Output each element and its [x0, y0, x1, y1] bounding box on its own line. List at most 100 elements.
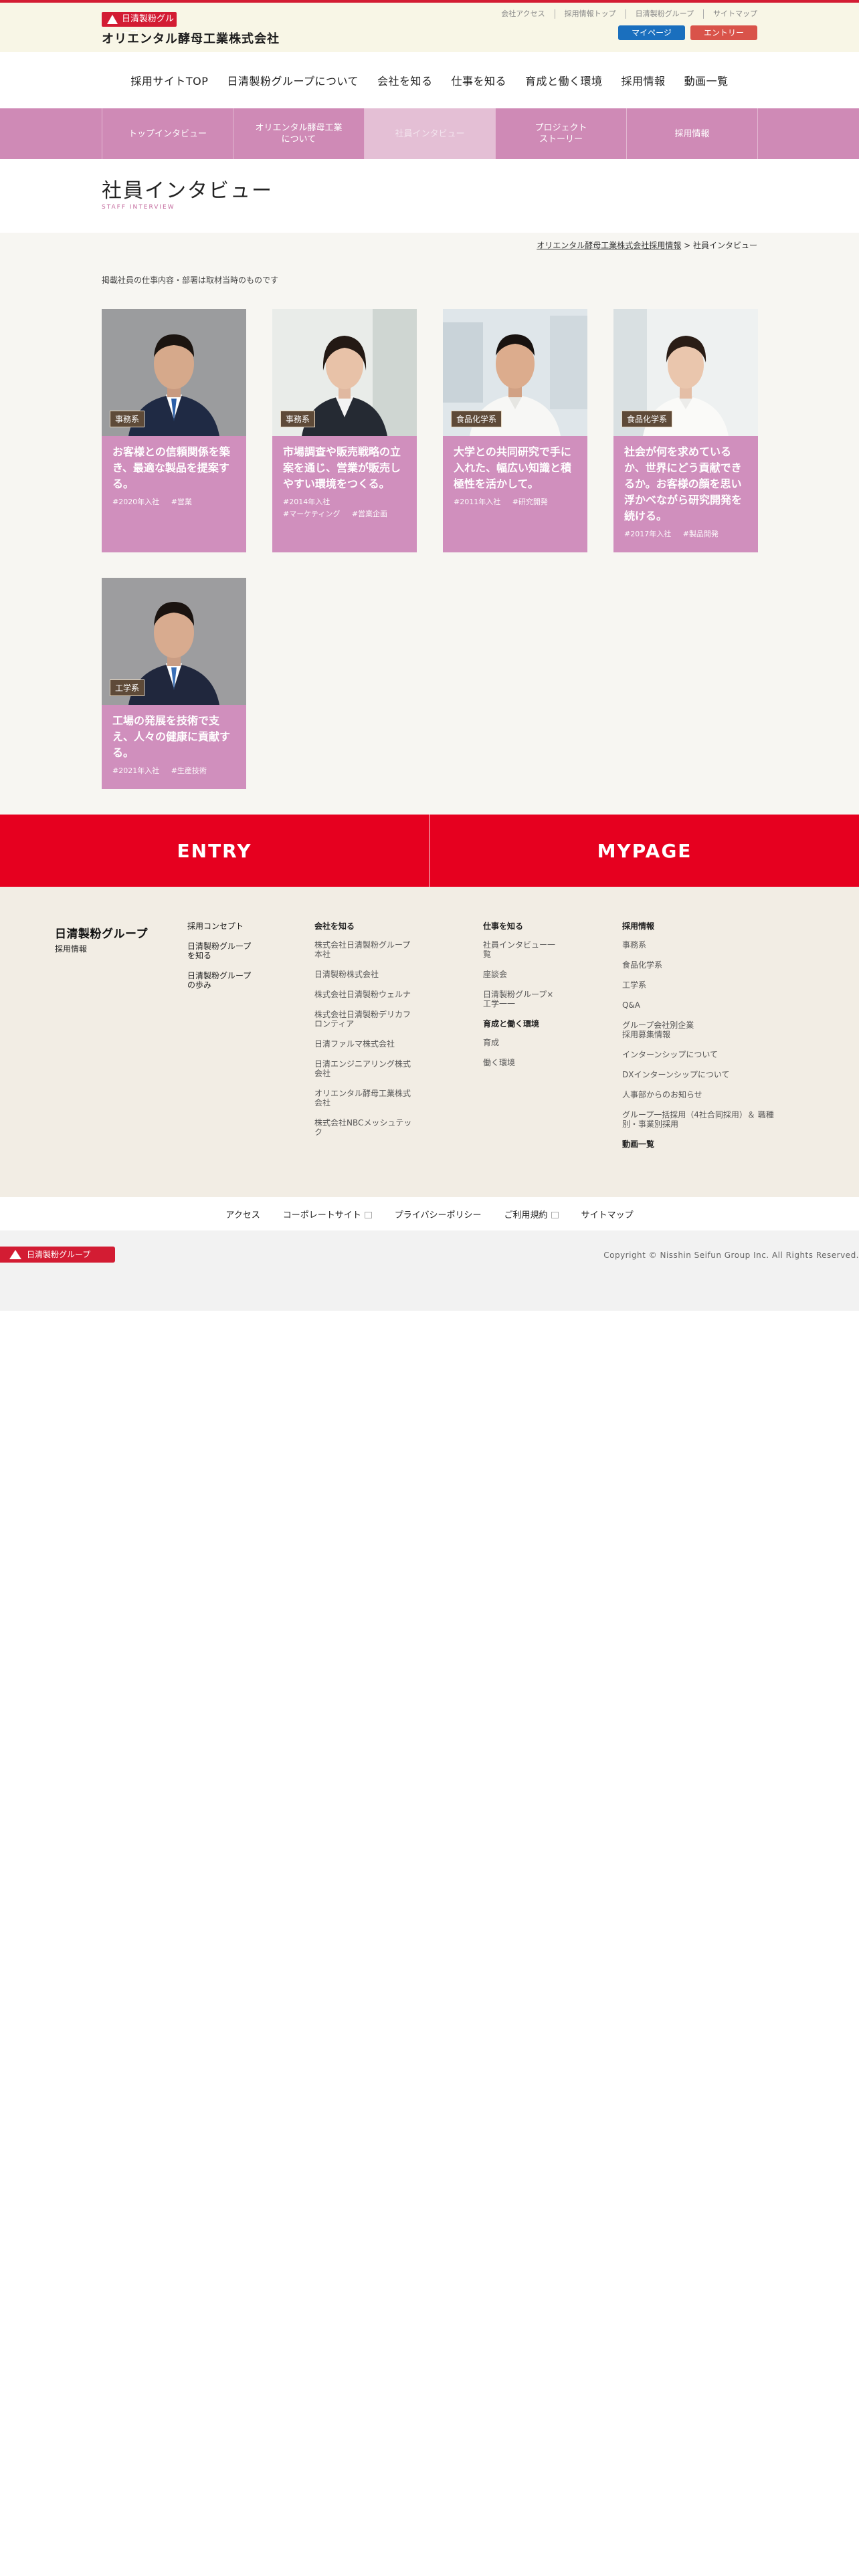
interview-card[interactable]: 事務系 市場調査や販売戦略の立案を通じ、営業が販売しやすい環境をつくる。 #20…: [272, 309, 417, 552]
card-tags: #2014年入社 #マーケティング #営業企画: [272, 492, 417, 520]
footer-link[interactable]: 座談会: [483, 970, 583, 979]
interview-card[interactable]: 食品化学系 社会が何を求めているか、世界にどう貢献できるか。お客様の顔を思い浮か…: [613, 309, 758, 552]
footer-link[interactable]: インターンシップについて: [622, 1050, 816, 1059]
entry-button[interactable]: エントリー: [690, 25, 757, 40]
content-note: 掲載社員の仕事内容・部署は取材当時のものです: [102, 276, 279, 285]
footer-link[interactable]: 育成: [483, 1038, 583, 1047]
card-tag: #営業企画: [351, 510, 388, 518]
footer-logo-sub: 採用情報: [55, 944, 88, 954]
gnav-item-work[interactable]: 仕事を知る: [442, 72, 516, 88]
footer-col-recruit: 採用情報 事務系 食品化学系 工学系 Q&A グループ会社別企業 採用募集情報 …: [622, 922, 816, 1158]
card-title: 市場調査や販売戦略の立案を通じ、営業が販売しやすい環境をつくる。: [283, 445, 401, 490]
footer-link[interactable]: 株式会社日清製粉ウェルナ: [314, 990, 435, 999]
category-badge: 食品化学系: [622, 411, 673, 427]
gnav-item-videos[interactable]: 動画一覧: [675, 72, 738, 88]
gnav-item-recruit[interactable]: 採用情報: [612, 72, 675, 88]
footer-heading[interactable]: 採用情報: [622, 922, 816, 931]
footer-link[interactable]: 株式会社日清製粉デリカフ ロンティア: [314, 1010, 435, 1029]
gnav-item-top[interactable]: 採用サイトTOP: [121, 72, 217, 88]
card-tag: #2014年入社: [283, 498, 330, 506]
copyright-text: Copyright © Nisshin Seifun Group Inc. Al…: [603, 1251, 859, 1260]
util-link-recruit-top[interactable]: 採用情報トップ: [555, 9, 626, 19]
footer-link[interactable]: 日清ファルマ株式会社: [314, 1039, 435, 1049]
male-engineer-photo: 工学系: [102, 578, 246, 705]
interview-card[interactable]: 事務系 お客様との信頼関係を築き、最適な製品を提案する。 #2020年入社 #営…: [102, 309, 246, 552]
footer-link[interactable]: 工学系: [622, 980, 816, 990]
subfooter-link-corporate[interactable]: コーポレートサイト: [283, 1208, 372, 1220]
subnav-item-staff-interview[interactable]: 社員インタビュー: [364, 108, 495, 159]
footer-link[interactable]: 人事部からのお知らせ: [622, 1090, 816, 1099]
male-researcher-photo: 食品化学系: [443, 309, 587, 436]
card-tag: #研究開発: [512, 498, 548, 506]
footer-heading[interactable]: 育成と働く環境: [483, 1019, 583, 1029]
interview-card[interactable]: 工学系 工場の発展を技術で支え、人々の健康に貢献する。 #2021年入社 #生産…: [102, 578, 246, 789]
subnav-end-divider: [757, 108, 758, 159]
category-badge: 工学系: [110, 679, 145, 696]
page-subtitle: STAFF INTERVIEW: [102, 204, 175, 211]
footer-link[interactable]: 食品化学系: [622, 960, 816, 970]
card-tag: #マーケティング: [283, 510, 341, 518]
copyright-logo[interactable]: 日清製粉グループ: [0, 1247, 115, 1263]
util-link-group[interactable]: 日清製粉グループ: [626, 9, 704, 19]
footer-link[interactable]: 日清製粉株式会社: [314, 970, 435, 979]
footer-heading[interactable]: 仕事を知る: [483, 922, 583, 931]
footer-link[interactable]: 日清エンジニアリング株式 会社: [314, 1059, 435, 1078]
group-logo[interactable]: 日清製粉グループ: [102, 12, 177, 39]
card-title: 工場の発展を技術で支え、人々の健康に貢献する。: [112, 714, 231, 759]
gnav-item-environment[interactable]: 育成と働く環境: [516, 72, 612, 88]
breadcrumb: オリエンタル酵母工業株式会社採用情報 > 社員インタビュー: [537, 239, 757, 251]
cta-mypage-button[interactable]: MYPAGE: [430, 815, 859, 887]
breadcrumb-link[interactable]: オリエンタル酵母工業株式会社採用情報: [537, 241, 681, 250]
footer-link[interactable]: 日清製粉グループ の歩み: [187, 971, 274, 990]
card-title: 大学との共同研究で手に入れた、幅広い知識と積極性を活かして。: [454, 445, 572, 490]
interview-card[interactable]: 食品化学系 大学との共同研究で手に入れた、幅広い知識と積極性を活かして。 #20…: [443, 309, 587, 552]
footer-link[interactable]: グループ会社別企業 採用募集情報: [622, 1021, 816, 1039]
subnav-item-about[interactable]: オリエンタル酵母工業 について: [233, 108, 364, 159]
util-link-access[interactable]: 会社アクセス: [492, 9, 555, 19]
footer-link[interactable]: 事務系: [622, 940, 816, 950]
footer-heading[interactable]: 動画一覧: [622, 1140, 816, 1149]
category-badge: 食品化学系: [451, 411, 502, 427]
footer-link[interactable]: 日清製粉グループ× 工学一一: [483, 990, 583, 1008]
footer-link[interactable]: 株式会社日清製粉グループ 本社: [314, 940, 435, 959]
subnav-item-recruit-info[interactable]: 採用情報: [626, 108, 757, 159]
subfooter-link-privacy[interactable]: プライバシーポリシー: [395, 1208, 482, 1220]
footer-link[interactable]: DXインターンシップについて: [622, 1070, 816, 1079]
footer-link[interactable]: 働く環境: [483, 1058, 583, 1067]
card-tag: #2017年入社: [624, 530, 672, 538]
footer-link[interactable]: 採用コンセプト: [187, 922, 274, 931]
breadcrumb-separator: >: [684, 241, 691, 250]
global-nav: 採用サイトTOP 日清製粉グループについて 会社を知る 仕事を知る 育成と働く環…: [0, 52, 859, 108]
company-logo[interactable]: オリエンタル酵母工業株式会社: [102, 29, 280, 47]
footer-link[interactable]: グループ一括採用（4社合同採用）＆ 職種 別・事業別採用: [622, 1110, 816, 1129]
footer-link[interactable]: 日清製粉グループ を知る: [187, 942, 274, 960]
page-title: 社員インタビュー: [102, 179, 273, 203]
footer-link[interactable]: 株式会社NBCメッシュテッ ク: [314, 1118, 435, 1137]
subfooter-link-terms[interactable]: ご利用規約: [504, 1208, 559, 1220]
subfooter-link-access[interactable]: アクセス: [225, 1208, 260, 1220]
mypage-button[interactable]: マイページ: [618, 25, 685, 40]
subnav-item-project-story[interactable]: プロジェクト ストーリー: [495, 108, 626, 159]
card-tags: #2020年入社 #営業: [102, 492, 246, 508]
group-logo-mark-icon: [107, 15, 118, 24]
subnav-item-top-interview[interactable]: トップインタビュー: [102, 108, 233, 159]
copyright-bar: 日清製粉グループ Copyright © Nisshin Seifun Grou…: [0, 1230, 859, 1311]
copyright-logo-text: 日清製粉グループ: [27, 1250, 91, 1259]
footer-link[interactable]: 社員インタビュー一 覧: [483, 940, 583, 959]
gnav-item-company[interactable]: 会社を知る: [368, 72, 442, 88]
subfooter-link-sitemap[interactable]: サイトマップ: [581, 1208, 634, 1220]
footer-col-company: 会社を知る 株式会社日清製粉グループ 本社 日清製粉株式会社 株式会社日清製粉ウ…: [314, 922, 435, 1148]
footer-logo[interactable]: 日清製粉グループ: [55, 924, 148, 941]
footer-link[interactable]: オリエンタル酵母工業株式 会社: [314, 1089, 435, 1107]
category-badge: 事務系: [110, 411, 145, 427]
breadcrumb-current: 社員インタビュー: [692, 241, 757, 250]
male-employee-photo: 事務系: [102, 309, 246, 436]
util-link-sitemap[interactable]: サイトマップ: [704, 9, 757, 19]
footer-link[interactable]: Q&A: [622, 1000, 816, 1010]
cta-entry-button[interactable]: ENTRY: [0, 815, 429, 887]
gnav-item-group[interactable]: 日清製粉グループについて: [217, 72, 368, 88]
footer-col-concept: 採用コンセプト 日清製粉グループ を知る 日清製粉グループ の歩み: [187, 922, 274, 1000]
footer-col-work: 仕事を知る 社員インタビュー一 覧 座談会 日清製粉グループ× 工学一一 育成と…: [483, 922, 583, 1078]
card-tag: #2021年入社: [112, 766, 160, 775]
footer-heading[interactable]: 会社を知る: [314, 922, 435, 931]
